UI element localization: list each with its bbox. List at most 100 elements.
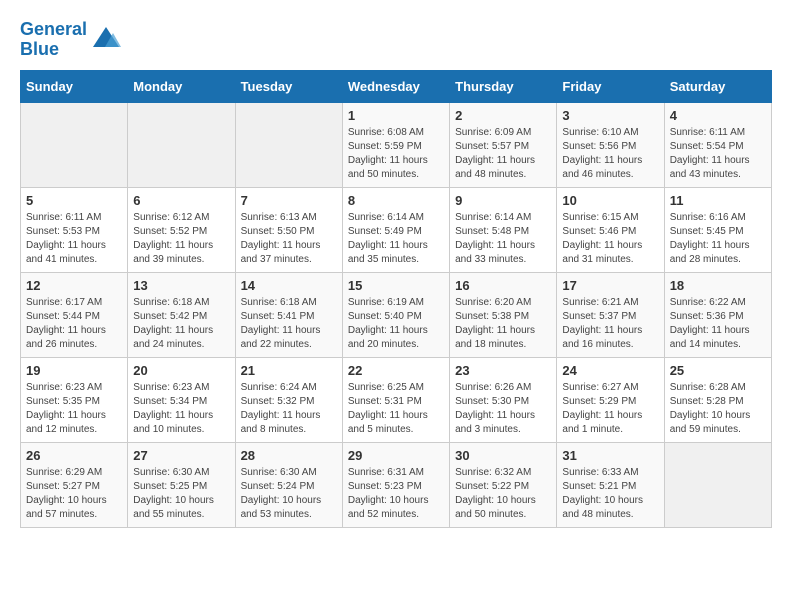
calendar-cell: 27 Sunrise: 6:30 AM Sunset: 5:25 PM Dayli…: [128, 442, 235, 527]
day-info: Sunrise: 6:13 AM Sunset: 5:50 PM Dayligh…: [241, 211, 337, 267]
day-number: 19: [26, 363, 122, 378]
day-number: 17: [562, 278, 658, 293]
calendar-cell: 17Sunrise: 6:21 AM Sunset: 5:37 PM Dayli…: [557, 272, 664, 357]
day-number: 15: [348, 278, 444, 293]
calendar-week-row: 26 Sunrise: 6:29 AM Sunset: 5:27 PM Dayli…: [21, 442, 772, 527]
calendar-cell: 24Sunrise: 6:27 AM Sunset: 5:29 PM Dayli…: [557, 357, 664, 442]
calendar-cell: 6Sunrise: 6:12 AM Sunset: 5:52 PM Daylig…: [128, 187, 235, 272]
calendar-cell: 12 Sunrise: 6:17 AM Sunset: 5:44 PM Dayli…: [21, 272, 128, 357]
day-number: 31: [562, 448, 658, 463]
day-number: 18: [670, 278, 766, 293]
weekday-header-monday: Monday: [128, 70, 235, 102]
calendar-cell: [664, 442, 771, 527]
weekday-header-saturday: Saturday: [664, 70, 771, 102]
day-number: 4: [670, 108, 766, 123]
day-number: 16: [455, 278, 551, 293]
day-info: Sunrise: 6:23 AM Sunset: 5:34 PM Dayligh…: [133, 381, 229, 437]
day-number: 28: [241, 448, 337, 463]
logo-text: General Blue: [20, 20, 87, 60]
day-number: 9: [455, 193, 551, 208]
day-info: Sunrise: 6:25 AM Sunset: 5:31 PM Dayligh…: [348, 381, 444, 437]
day-info: Sunrise: 6:16 AM Sunset: 5:45 PM Dayligh…: [670, 211, 766, 267]
day-info: Sunrise: 6:18 AM Sunset: 5:42 PM Dayligh…: [133, 296, 229, 352]
calendar-cell: 25 Sunrise: 6:28 AM Sunset: 5:28 PM Dayli…: [664, 357, 771, 442]
day-number: 6: [133, 193, 229, 208]
calendar-cell: 7 Sunrise: 6:13 AM Sunset: 5:50 PM Daylig…: [235, 187, 342, 272]
calendar-cell: 18Sunrise: 6:22 AM Sunset: 5:36 PM Dayli…: [664, 272, 771, 357]
day-number: 11: [670, 193, 766, 208]
day-info: Sunrise: 6:19 AM Sunset: 5:40 PM Dayligh…: [348, 296, 444, 352]
calendar-cell: 5Sunrise: 6:11 AM Sunset: 5:53 PM Daylig…: [21, 187, 128, 272]
day-number: 1: [348, 108, 444, 123]
calendar-cell: 13 Sunrise: 6:18 AM Sunset: 5:42 PM Dayli…: [128, 272, 235, 357]
calendar-table: SundayMondayTuesdayWednesdayThursdayFrid…: [20, 70, 772, 528]
day-number: 25: [670, 363, 766, 378]
day-number: 21: [241, 363, 337, 378]
day-info: Sunrise: 6:11 AM Sunset: 5:54 PM Dayligh…: [670, 126, 766, 182]
calendar-cell: 15 Sunrise: 6:19 AM Sunset: 5:40 PM Dayli…: [342, 272, 449, 357]
day-info: Sunrise: 6:08 AM Sunset: 5:59 PM Dayligh…: [348, 126, 444, 182]
calendar-cell: 8 Sunrise: 6:14 AM Sunset: 5:49 PM Daylig…: [342, 187, 449, 272]
weekday-header-friday: Friday: [557, 70, 664, 102]
calendar-cell: 22 Sunrise: 6:25 AM Sunset: 5:31 PM Dayli…: [342, 357, 449, 442]
calendar-cell: 28Sunrise: 6:30 AM Sunset: 5:24 PM Dayli…: [235, 442, 342, 527]
calendar-cell: 2 Sunrise: 6:09 AM Sunset: 5:57 PM Daylig…: [450, 102, 557, 187]
day-info: Sunrise: 6:23 AM Sunset: 5:35 PM Dayligh…: [26, 381, 122, 437]
weekday-header-row: SundayMondayTuesdayWednesdayThursdayFrid…: [21, 70, 772, 102]
calendar-cell: 20 Sunrise: 6:23 AM Sunset: 5:34 PM Dayli…: [128, 357, 235, 442]
logo-icon: [91, 25, 121, 55]
day-number: 8: [348, 193, 444, 208]
day-number: 20: [133, 363, 229, 378]
day-number: 2: [455, 108, 551, 123]
day-number: 27: [133, 448, 229, 463]
day-info: Sunrise: 6:27 AM Sunset: 5:29 PM Dayligh…: [562, 381, 658, 437]
day-info: Sunrise: 6:09 AM Sunset: 5:57 PM Dayligh…: [455, 126, 551, 182]
calendar-week-row: 12 Sunrise: 6:17 AM Sunset: 5:44 PM Dayli…: [21, 272, 772, 357]
day-info: Sunrise: 6:18 AM Sunset: 5:41 PM Dayligh…: [241, 296, 337, 352]
day-number: 22: [348, 363, 444, 378]
weekday-header-sunday: Sunday: [21, 70, 128, 102]
day-info: Sunrise: 6:31 AM Sunset: 5:23 PM Dayligh…: [348, 466, 444, 522]
day-number: 23: [455, 363, 551, 378]
day-info: Sunrise: 6:10 AM Sunset: 5:56 PM Dayligh…: [562, 126, 658, 182]
day-info: Sunrise: 6:33 AM Sunset: 5:21 PM Dayligh…: [562, 466, 658, 522]
calendar-cell: 23Sunrise: 6:26 AM Sunset: 5:30 PM Dayli…: [450, 357, 557, 442]
day-number: 3: [562, 108, 658, 123]
calendar-cell: 16Sunrise: 6:20 AM Sunset: 5:38 PM Dayli…: [450, 272, 557, 357]
day-info: Sunrise: 6:17 AM Sunset: 5:44 PM Dayligh…: [26, 296, 122, 352]
calendar-week-row: 5Sunrise: 6:11 AM Sunset: 5:53 PM Daylig…: [21, 187, 772, 272]
day-number: 10: [562, 193, 658, 208]
calendar-cell: 29 Sunrise: 6:31 AM Sunset: 5:23 PM Dayli…: [342, 442, 449, 527]
calendar-cell: 11 Sunrise: 6:16 AM Sunset: 5:45 PM Dayli…: [664, 187, 771, 272]
calendar-cell: 26 Sunrise: 6:29 AM Sunset: 5:27 PM Dayli…: [21, 442, 128, 527]
day-number: 13: [133, 278, 229, 293]
calendar-body: 1 Sunrise: 6:08 AM Sunset: 5:59 PM Daylig…: [21, 102, 772, 527]
day-info: Sunrise: 6:29 AM Sunset: 5:27 PM Dayligh…: [26, 466, 122, 522]
day-info: Sunrise: 6:14 AM Sunset: 5:49 PM Dayligh…: [348, 211, 444, 267]
day-number: 26: [26, 448, 122, 463]
day-info: Sunrise: 6:15 AM Sunset: 5:46 PM Dayligh…: [562, 211, 658, 267]
day-info: Sunrise: 6:32 AM Sunset: 5:22 PM Dayligh…: [455, 466, 551, 522]
calendar-header: SundayMondayTuesdayWednesdayThursdayFrid…: [21, 70, 772, 102]
day-info: Sunrise: 6:24 AM Sunset: 5:32 PM Dayligh…: [241, 381, 337, 437]
calendar-cell: [21, 102, 128, 187]
calendar-cell: 31 Sunrise: 6:33 AM Sunset: 5:21 PM Dayli…: [557, 442, 664, 527]
calendar-cell: [128, 102, 235, 187]
calendar-cell: 30Sunrise: 6:32 AM Sunset: 5:22 PM Dayli…: [450, 442, 557, 527]
day-number: 7: [241, 193, 337, 208]
page-header: General Blue: [20, 20, 772, 60]
day-info: Sunrise: 6:30 AM Sunset: 5:25 PM Dayligh…: [133, 466, 229, 522]
calendar-cell: 19 Sunrise: 6:23 AM Sunset: 5:35 PM Dayli…: [21, 357, 128, 442]
calendar-cell: [235, 102, 342, 187]
calendar-cell: 10 Sunrise: 6:15 AM Sunset: 5:46 PM Dayli…: [557, 187, 664, 272]
weekday-header-tuesday: Tuesday: [235, 70, 342, 102]
calendar-cell: 21 Sunrise: 6:24 AM Sunset: 5:32 PM Dayli…: [235, 357, 342, 442]
day-info: Sunrise: 6:11 AM Sunset: 5:53 PM Dayligh…: [26, 211, 122, 267]
calendar-week-row: 19 Sunrise: 6:23 AM Sunset: 5:35 PM Dayli…: [21, 357, 772, 442]
day-info: Sunrise: 6:28 AM Sunset: 5:28 PM Dayligh…: [670, 381, 766, 437]
day-number: 29: [348, 448, 444, 463]
weekday-header-thursday: Thursday: [450, 70, 557, 102]
calendar-cell: 4 Sunrise: 6:11 AM Sunset: 5:54 PM Daylig…: [664, 102, 771, 187]
day-number: 12: [26, 278, 122, 293]
calendar-cell: 1 Sunrise: 6:08 AM Sunset: 5:59 PM Daylig…: [342, 102, 449, 187]
